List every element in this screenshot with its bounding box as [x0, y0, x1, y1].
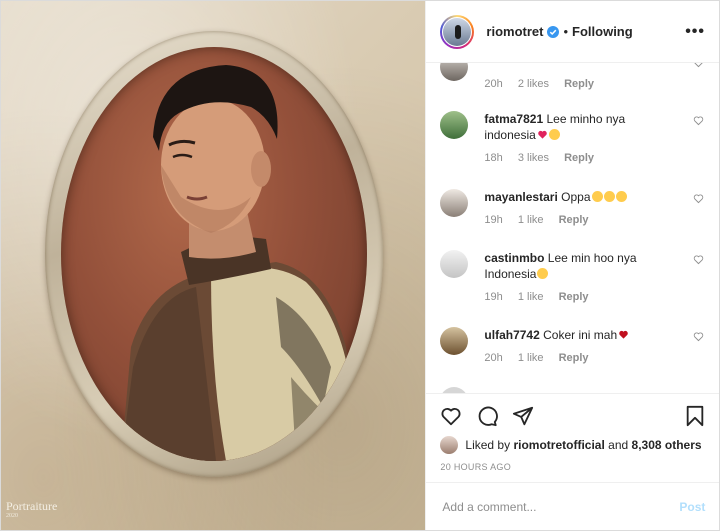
portrait-illustration [121, 65, 361, 461]
liker-username[interactable]: riomotretofficial [513, 438, 604, 452]
comment-time[interactable]: 19h [484, 291, 502, 303]
comment-text: Oppa [561, 190, 591, 204]
comment-like-heart-icon[interactable] [693, 254, 704, 265]
comment-likes[interactable]: 3 likes [518, 152, 549, 164]
author-avatar[interactable] [440, 14, 475, 49]
action-icon-row [440, 404, 705, 428]
comment-like-heart-icon[interactable] [693, 331, 704, 342]
reply-button[interactable]: Reply [564, 78, 594, 90]
reply-button[interactable]: Reply [559, 214, 589, 226]
comment-like-heart-icon[interactable] [693, 115, 704, 126]
share-icon[interactable] [512, 405, 534, 427]
author-username[interactable]: riomotret [486, 24, 543, 39]
reply-button[interactable]: Reply [559, 352, 589, 364]
liker-avatar[interactable] [440, 436, 459, 454]
comment-likes[interactable]: 1 like [518, 352, 544, 364]
watermark: Portraiture 2020 [6, 500, 57, 520]
avatar-image [443, 17, 472, 46]
comment-avatar[interactable] [440, 250, 469, 278]
comment-item: mayanlestari Oppa 19h 1 like Reply [440, 189, 704, 226]
comment-item: fatma7821 Lee minho nya indonesia 18h 3 … [440, 111, 704, 164]
heart-emoji-icon [537, 128, 548, 139]
post-header: riomotret • Following ••• [426, 1, 719, 63]
smile-emoji-icon [591, 191, 603, 202]
smile-emoji-icon [615, 191, 627, 202]
comments-list[interactable]: 20h 2 likes Reply fatma7821 Lee minho ny… [426, 63, 719, 393]
reply-button[interactable]: Reply [559, 291, 589, 303]
comment-like-heart-icon[interactable] [693, 63, 704, 68]
comment-item: castinmbo Lee min hoo nya Indonesia 19h … [440, 250, 704, 303]
watermark-subtitle: 2020 [6, 513, 18, 519]
comment-username[interactable]: ulfah7742 [484, 328, 539, 342]
comment-like-heart-icon[interactable] [693, 193, 704, 204]
comment-icon[interactable] [476, 405, 499, 427]
likes-summary: Liked by riomotretofficial and 8,308 oth… [440, 436, 705, 454]
comment-meta: 18h 3 likes Reply [484, 152, 704, 164]
comment-meta: 19h 1 like Reply [484, 291, 704, 303]
post-comment-button[interactable]: Post [679, 500, 705, 514]
smile-emoji-icon [548, 129, 560, 140]
comment-time[interactable]: 20h [484, 352, 502, 364]
smile-emoji-icon [537, 268, 549, 279]
portrait-oval [61, 47, 367, 461]
comment-meta: 20h 2 likes Reply [484, 78, 704, 90]
comment-time[interactable]: 19h [484, 214, 502, 226]
comment-likes[interactable]: 1 like [518, 214, 544, 226]
comment-avatar[interactable] [440, 327, 469, 355]
comment-meta: 19h 1 like Reply [484, 214, 704, 226]
post-image[interactable]: Portraiture 2020 [1, 1, 426, 530]
comment-avatar[interactable] [440, 63, 469, 81]
heart-icon[interactable] [440, 405, 462, 427]
header-separator: • [563, 24, 569, 39]
comment-likes[interactable]: 2 likes [518, 78, 549, 90]
comment-item: 20h 2 likes Reply [440, 63, 704, 90]
comment-item: ulfah7742 Coker ini mah 20h 1 like Reply [440, 327, 704, 364]
likes-prefix: Liked by [465, 438, 511, 452]
heart-emoji-icon [618, 328, 629, 339]
comment-username[interactable]: mayanlestari [484, 190, 557, 204]
following-button[interactable]: Following [572, 24, 633, 39]
comment-time[interactable]: 20h [484, 78, 502, 90]
comment-username[interactable]: fatma7821 [484, 112, 543, 126]
post-timestamp[interactable]: 20 HOURS AGO [440, 462, 705, 472]
instagram-post: Portraiture 2020 riomotret • Following •… [0, 0, 720, 531]
add-comment-input[interactable] [440, 498, 680, 515]
comment-likes[interactable]: 1 like [518, 291, 544, 303]
watermark-title: Portraiture [6, 499, 58, 513]
comment-meta: 20h 1 like Reply [484, 352, 704, 364]
verified-badge-icon [547, 25, 560, 38]
add-comment-bar: Post [426, 482, 720, 530]
likes-others[interactable]: 8,308 others [632, 438, 702, 452]
bookmark-icon[interactable] [685, 405, 705, 427]
comment-time[interactable]: 18h [484, 152, 502, 164]
more-icon[interactable]: ••• [685, 23, 705, 41]
post-sidebar: riomotret • Following ••• 20h 2 likes Re… [425, 1, 720, 530]
post-actions: Liked by riomotretofficial and 8,308 oth… [426, 393, 719, 481]
comment-text: Coker ini mah [543, 328, 618, 342]
comment-avatar[interactable] [440, 111, 469, 139]
comment-username[interactable]: castinmbo [484, 251, 544, 265]
reply-button[interactable]: Reply [564, 152, 594, 164]
smile-emoji-icon [603, 191, 615, 202]
likes-middle: and [608, 438, 629, 452]
comment-avatar[interactable] [440, 189, 469, 217]
